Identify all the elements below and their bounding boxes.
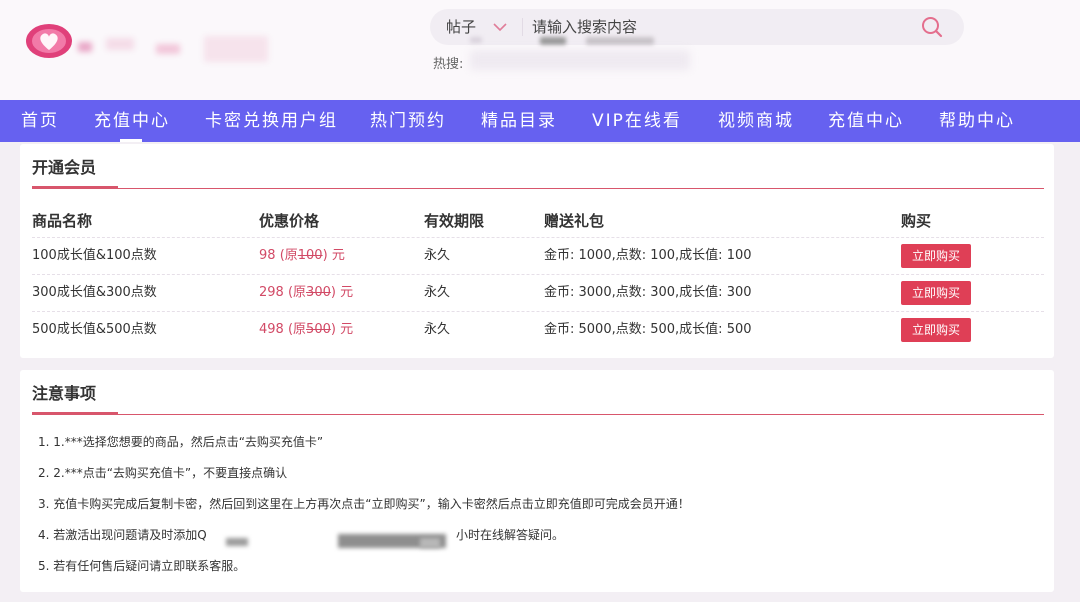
chevron-down-icon[interactable] <box>492 19 508 35</box>
price-unit: 元 <box>340 322 354 337</box>
buy-now-button[interactable]: 立即购买 <box>901 318 971 342</box>
column-header-gift: 赠送礼包 <box>544 212 605 230</box>
main-nav: 首页 充值中心 卡密兑换用户组 热门预约 精品目录 VIP在线看 视频商城 充值… <box>0 100 1080 142</box>
nav-item-vip-online[interactable]: VIP在线看 <box>592 100 682 142</box>
nav-item-catalog[interactable]: 精品目录 <box>481 100 557 142</box>
heart-logo-icon[interactable] <box>26 22 72 60</box>
note-item-4-tail: 小时在线解答疑问。 <box>456 528 565 542</box>
note-item-2: 2. 2.***点击“去购买充值卡”，不要直接点确认 <box>38 466 288 480</box>
nav-item-recharge-2[interactable]: 充值中心 <box>828 100 904 142</box>
price-cell: 298 (原300) 元 <box>259 275 353 312</box>
nav-item-hot-reserve[interactable]: 热门预约 <box>370 100 446 142</box>
search-divider <box>522 18 523 36</box>
product-name: 500成长值&500点数 <box>32 322 157 337</box>
gift-package: 金币: 1000,点数: 100,成长值: 100 <box>544 248 752 263</box>
note-item-5: 5. 若有任何售后疑问请立即联系客服。 <box>38 559 246 573</box>
buy-now-button[interactable]: 立即购买 <box>901 281 971 305</box>
search-bar: 帖子 <box>430 9 964 45</box>
price-cell: 498 (原500) 元 <box>259 312 353 349</box>
membership-title-accent <box>32 186 118 189</box>
original-price-suffix: ) <box>330 285 336 300</box>
nav-item-help[interactable]: 帮助中心 <box>939 100 1015 142</box>
hot-search-redacted <box>470 50 690 70</box>
column-header-buy: 购买 <box>901 212 932 230</box>
price-unit: 元 <box>331 248 345 263</box>
discount-price: 298 <box>259 285 284 300</box>
price-cell: 98 (原100) 元 <box>259 238 345 275</box>
notes-title-accent <box>32 412 118 415</box>
original-price: 100 <box>297 248 323 263</box>
membership-title-rule <box>32 188 1044 189</box>
note-item-4: 4. 若激活出现问题请及时添加Q <box>38 528 207 542</box>
table-row: 300成长值&300点数 298 (原300) 元 永久 金币: 3000,点数… <box>32 274 1044 311</box>
original-price: 500 <box>306 322 331 337</box>
original-price-prefix: (原 <box>287 322 307 337</box>
note-item-3: 3. 充值卡购买完成后复制卡密，然后回到这里在上方再次点击“立即购买”，输入卡密… <box>38 497 690 511</box>
buy-now-button[interactable]: 立即购买 <box>901 244 971 268</box>
gift-package: 金币: 5000,点数: 500,成长值: 500 <box>544 322 752 337</box>
nav-item-home[interactable]: 首页 <box>21 100 59 142</box>
gift-package: 金币: 3000,点数: 300,成长值: 300 <box>544 285 752 300</box>
product-name: 100成长值&100点数 <box>32 248 157 263</box>
notes-panel: 注意事项 1. 1.***选择您想要的商品，然后点击“去购买充值卡” 2. 2.… <box>20 370 1054 592</box>
original-price-prefix: (原 <box>279 248 298 263</box>
original-price: 300 <box>306 285 331 300</box>
membership-panel: 开通会员 商品名称 优惠价格 有效期限 赠送礼包 购买 100成长值&100点数… <box>20 144 1054 358</box>
search-icon[interactable] <box>920 15 944 39</box>
site-header: 帖子 热搜: <box>0 0 1080 100</box>
nav-item-card-redeem[interactable]: 卡密兑换用户组 <box>205 100 338 142</box>
original-price-suffix: ) <box>330 322 336 337</box>
validity: 永久 <box>424 322 451 337</box>
original-price-suffix: ) <box>322 248 328 263</box>
site-name-redacted <box>78 34 268 64</box>
column-header-price: 优惠价格 <box>259 212 320 230</box>
table-row: 100成长值&100点数 98 (原100) 元 永久 金币: 1000,点数:… <box>32 237 1044 274</box>
validity: 永久 <box>424 248 451 263</box>
column-header-validity: 有效期限 <box>424 212 485 230</box>
nav-item-recharge[interactable]: 充值中心 <box>94 100 170 142</box>
nav-active-indicator <box>120 139 142 142</box>
notes-title-rule <box>32 414 1044 415</box>
original-price-prefix: (原 <box>287 285 307 300</box>
product-name: 300成长值&300点数 <box>32 285 157 300</box>
validity: 永久 <box>424 285 451 300</box>
membership-title: 开通会员 <box>32 158 97 177</box>
price-unit: 元 <box>340 285 354 300</box>
notes-title: 注意事项 <box>32 384 97 403</box>
note-item-1: 1. 1.***选择您想要的商品，然后点击“去购买充值卡” <box>38 435 324 449</box>
column-header-name: 商品名称 <box>32 212 93 230</box>
table-row: 500成长值&500点数 498 (原500) 元 永久 金币: 5000,点数… <box>32 311 1044 348</box>
nav-item-video-mall[interactable]: 视频商城 <box>718 100 794 142</box>
hot-search-label: 热搜: <box>433 57 464 72</box>
discount-price: 98 <box>259 248 276 263</box>
discount-price: 498 <box>259 322 284 337</box>
